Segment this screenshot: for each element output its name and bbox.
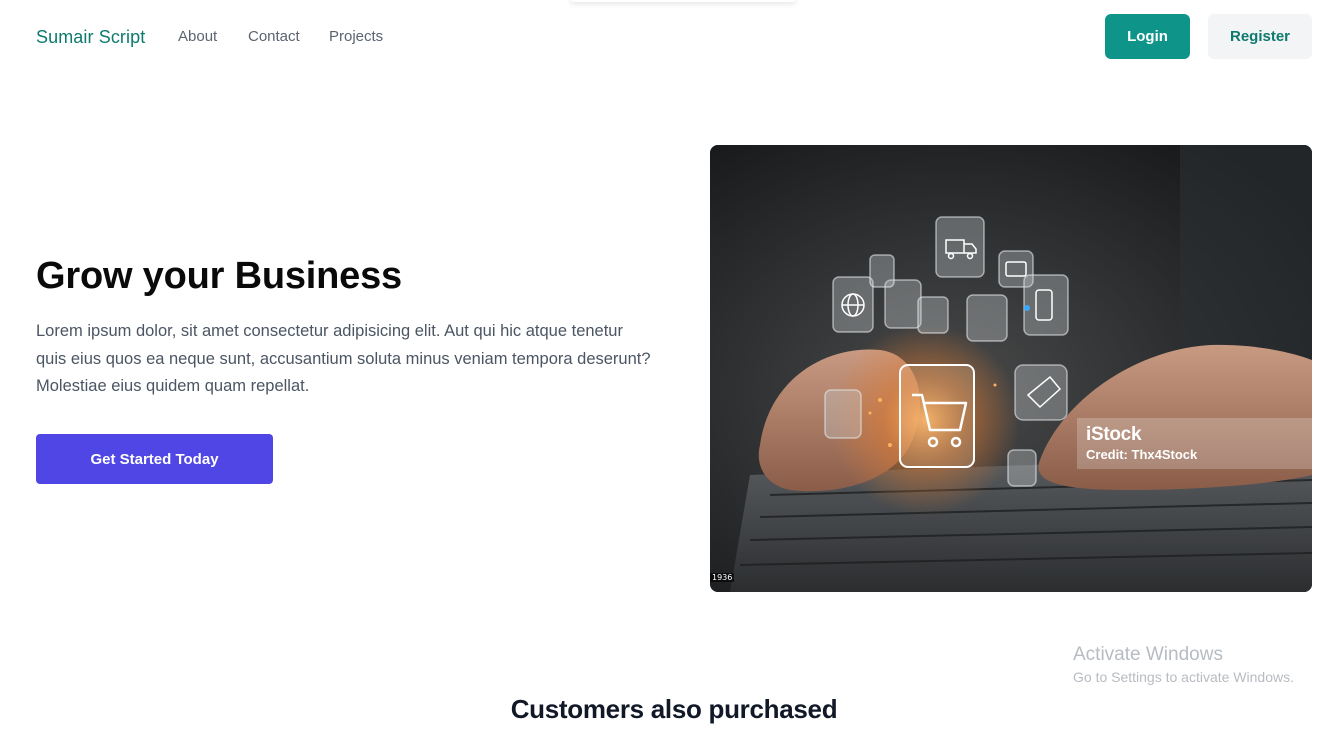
stock-watermark-logo: iStock	[1086, 424, 1142, 445]
register-button[interactable]: Register	[1208, 14, 1312, 59]
nav-link-projects[interactable]: Projects	[329, 28, 383, 45]
nav-link-about[interactable]: About	[178, 28, 217, 45]
get-started-button[interactable]: Get Started Today	[36, 434, 273, 484]
hero-description: Lorem ipsum dolor, sit amet consectetur …	[36, 322, 651, 395]
brand-logo-link[interactable]: Sumair Script	[36, 27, 145, 48]
activate-windows-subtitle: Go to Settings to activate Windows.	[1073, 669, 1294, 685]
activate-windows-title: Activate Windows	[1073, 644, 1223, 665]
hero-title: Grow your Business	[36, 255, 402, 297]
image-id-label: 1936	[710, 573, 735, 582]
navbar: Sumair Script About Contact Projects Log…	[0, 0, 1344, 74]
image-credit: Credit: Thx4Stock	[1086, 447, 1198, 462]
section-title-customers-also-purchased: Customers also purchased	[510, 694, 838, 724]
hero-image: iStock Credit: Thx4Stock 1936	[710, 145, 1312, 592]
nav-link-contact[interactable]: Contact	[248, 28, 300, 45]
login-button[interactable]: Login	[1105, 14, 1190, 59]
ecommerce-laptop-illustration	[710, 145, 1312, 592]
